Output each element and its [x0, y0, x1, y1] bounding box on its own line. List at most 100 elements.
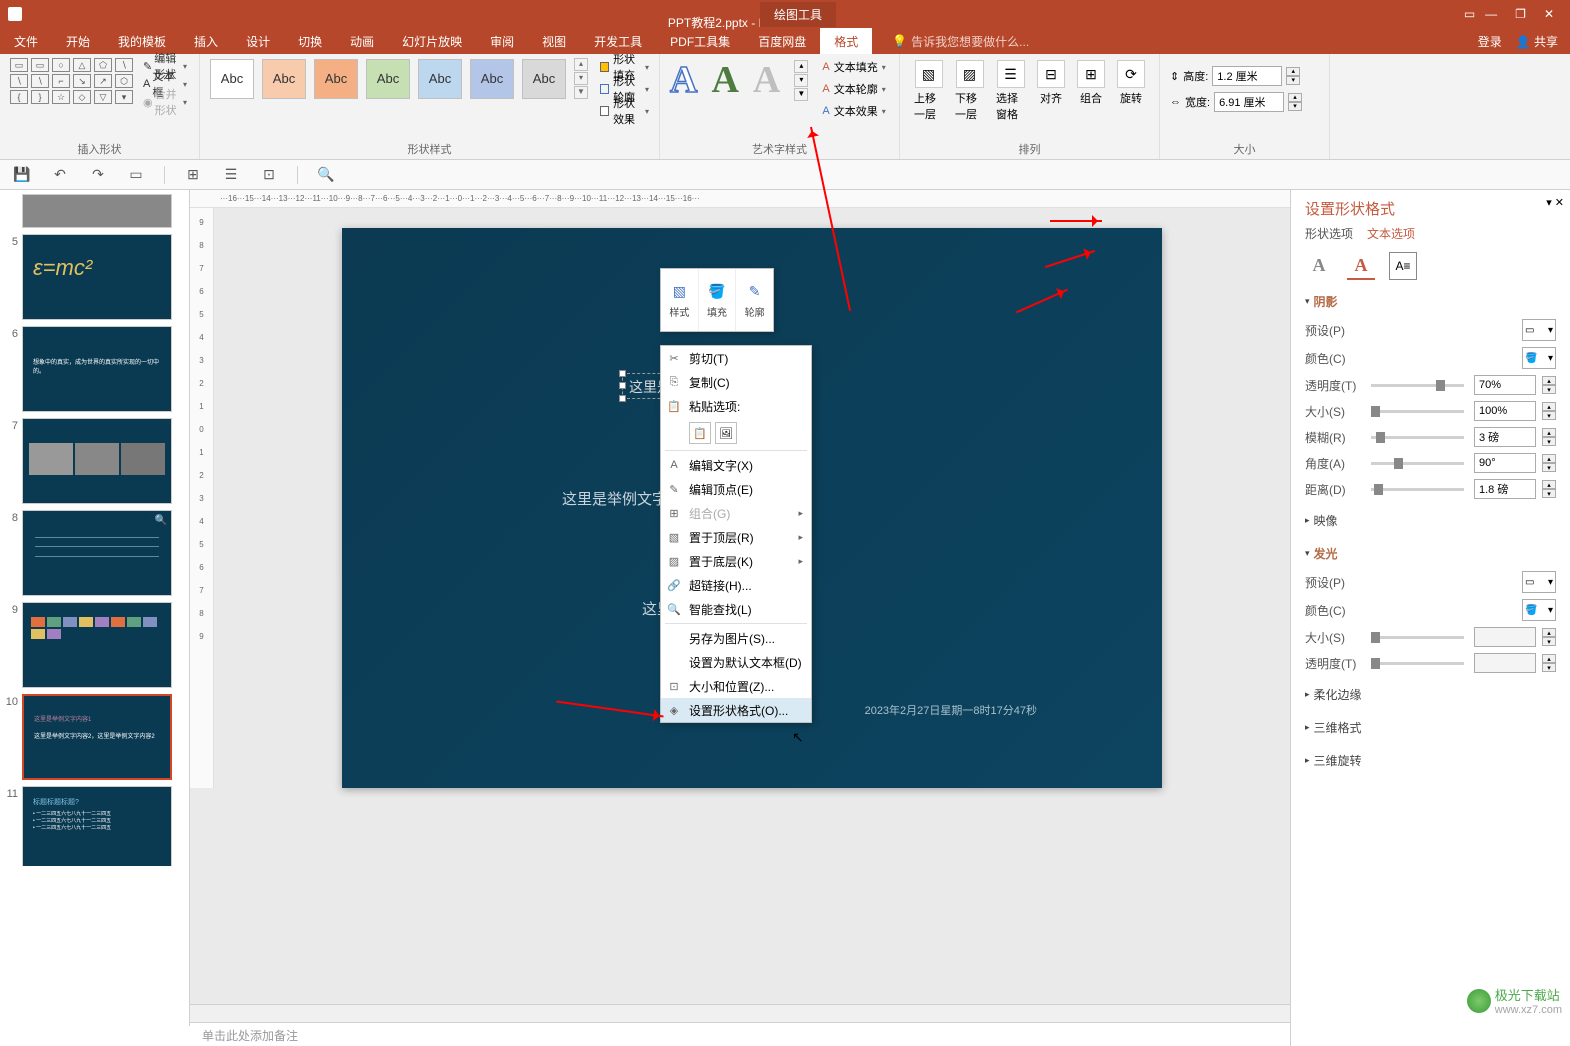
slide-thumb-9[interactable] — [22, 602, 172, 688]
cm-format-shape[interactable]: ◈设置形状格式(O)... — [661, 698, 811, 722]
text-options-tab[interactable]: 文本选项 — [1367, 225, 1415, 242]
transparency-slider[interactable] — [1371, 384, 1464, 387]
wordart-gallery[interactable]: A A A ▴▾▼ — [670, 58, 808, 102]
slide-thumb-8[interactable]: 🔍 — [22, 510, 172, 596]
selection-pane-button[interactable]: ☰选择窗格 — [992, 58, 1029, 124]
slide-thumbnails-panel[interactable]: 5ε=mc² 6想象中的真实，成为世界的真实所实现的一切中的。 7 8🔍 9 1… — [0, 190, 190, 866]
distance-input[interactable] — [1474, 479, 1536, 499]
cm-copy[interactable]: ⎘复制(C) — [661, 370, 811, 394]
slide-thumb-partial[interactable] — [22, 194, 172, 228]
tab-review[interactable]: 审阅 — [476, 28, 528, 54]
mini-fill-button[interactable]: 🪣填充 — [699, 269, 737, 331]
tab-transitions[interactable]: 切换 — [284, 28, 336, 54]
preset-combo[interactable]: ▭▾ — [1522, 319, 1556, 341]
cm-edit-points[interactable]: ✎编辑顶点(E) — [661, 477, 811, 501]
cm-send-back[interactable]: ▨置于底层(K)▸ — [661, 549, 811, 573]
text-outline-button[interactable]: A文本轮廓 — [822, 80, 885, 98]
tab-format[interactable]: 格式 — [820, 28, 872, 54]
section-3d-rotation[interactable]: ▸三维旋转 — [1305, 749, 1556, 772]
section-shadow[interactable]: ▾阴影 — [1305, 290, 1556, 313]
tool-icon[interactable]: ☰ — [221, 165, 241, 185]
tab-baiduwangpan[interactable]: 百度网盘 — [744, 28, 820, 54]
tool-icon[interactable]: ⊞ — [183, 165, 203, 185]
share-button[interactable]: 👤 共享 — [1516, 33, 1558, 50]
align-button[interactable]: ⊟对齐 — [1033, 58, 1069, 124]
cm-set-default[interactable]: 设置为默认文本框(D) — [661, 650, 811, 674]
text-effects-icon[interactable]: A — [1347, 252, 1375, 280]
shape-style-gallery[interactable]: Abc Abc Abc Abc Abc Abc Abc ▴▾▼ — [210, 58, 588, 99]
tab-pdftools[interactable]: PDF工具集 — [656, 28, 744, 54]
display-settings-icon[interactable]: ▭ — [1464, 7, 1475, 21]
cm-bring-front[interactable]: ▧置于顶层(R)▸ — [661, 525, 811, 549]
gallery-scroll-up[interactable]: ▴ — [574, 58, 588, 71]
gallery-scroll-down[interactable]: ▾ — [574, 72, 588, 85]
tab-view[interactable]: 视图 — [528, 28, 580, 54]
restore-button[interactable]: ❐ — [1515, 7, 1526, 21]
login-link[interactable]: 登录 — [1478, 33, 1502, 50]
slideshow-icon[interactable]: ▭ — [126, 165, 146, 185]
glow-color-combo[interactable]: 🪣▾ — [1522, 599, 1556, 621]
tab-home[interactable]: 开始 — [52, 28, 104, 54]
rotate-button[interactable]: ⟳旋转 — [1113, 58, 1149, 124]
cm-group[interactable]: ⊞组合(G)▸ — [661, 501, 811, 525]
notes-pane[interactable]: 单击此处添加备注 — [190, 1022, 1290, 1046]
cm-cut[interactable]: ✂剪切(T) — [661, 346, 811, 370]
paste-keep-format[interactable]: 📋 — [689, 422, 711, 444]
shape-effects-button[interactable]: 形状效果 — [600, 102, 649, 120]
pane-close-icon[interactable]: ▾ ✕ — [1546, 196, 1564, 209]
section-soft-edge[interactable]: ▸柔化边缘 — [1305, 683, 1556, 706]
undo-icon[interactable]: ↶ — [50, 165, 70, 185]
tab-design[interactable]: 设计 — [232, 28, 284, 54]
slide-thumb-6[interactable]: 想象中的真实，成为世界的真实所实现的一切中的。 — [22, 326, 172, 412]
blur-input[interactable] — [1474, 427, 1536, 447]
send-backward-button[interactable]: ▨下移一层 — [951, 58, 988, 124]
tool-icon[interactable]: ⊡ — [259, 165, 279, 185]
tool-icon[interactable]: 🔍 — [316, 165, 336, 185]
close-button[interactable]: ✕ — [1544, 7, 1554, 21]
section-3d-format[interactable]: ▸三维格式 — [1305, 716, 1556, 739]
cm-hyperlink[interactable]: 🔗超链接(H)... — [661, 573, 811, 597]
tell-me-search[interactable]: 💡告诉我您想要做什么... — [892, 33, 1029, 50]
slide-thumb-7[interactable] — [22, 418, 172, 504]
mini-outline-button[interactable]: ✎轮廓 — [736, 269, 773, 331]
angle-input[interactable] — [1474, 453, 1536, 473]
group-button[interactable]: ⊞组合 — [1073, 58, 1109, 124]
cm-save-as-pic[interactable]: 另存为图片(S)... — [661, 626, 811, 650]
section-glow[interactable]: ▾发光 — [1305, 542, 1556, 565]
scrollbar-horizontal[interactable] — [190, 1004, 1290, 1022]
glow-preset-combo[interactable]: ▭▾ — [1522, 571, 1556, 593]
text-fill-outline-icon[interactable]: A — [1305, 252, 1333, 280]
blur-slider[interactable] — [1371, 436, 1464, 439]
slide-thumb-10[interactable]: 这里是举例文字内容1这里是举例文字内容2，这里是举例文字内容2 — [22, 694, 172, 780]
width-input[interactable] — [1214, 92, 1284, 112]
color-combo[interactable]: 🪣▾ — [1522, 347, 1556, 369]
slide-thumb-11[interactable]: 标题标题标题?• 一二三四五六七八九十一二三四五• 一二三四五六七八九十一二三四… — [22, 786, 172, 866]
size-slider[interactable] — [1371, 410, 1464, 413]
mini-style-button[interactable]: ▧样式 — [661, 269, 699, 331]
gallery-more[interactable]: ▼ — [574, 86, 588, 99]
shape-gallery[interactable]: ▭▭○△⬠∖ ∖∖⌐↘↗⬡ {}☆◇▽▾ — [10, 58, 133, 104]
save-icon[interactable]: 💾 — [12, 165, 32, 185]
minimize-button[interactable]: — — [1485, 7, 1497, 21]
section-reflection[interactable]: ▸映像 — [1305, 509, 1556, 532]
tab-insert[interactable]: 插入 — [180, 28, 232, 54]
shape-options-tab[interactable]: 形状选项 — [1305, 225, 1353, 242]
text-effects-button[interactable]: A文本效果 — [822, 102, 885, 120]
slide-thumb-5[interactable]: ε=mc² — [22, 234, 172, 320]
tab-file[interactable]: 文件 — [0, 28, 52, 54]
cm-edit-text[interactable]: A编辑文字(X) — [661, 453, 811, 477]
redo-icon[interactable]: ↷ — [88, 165, 108, 185]
size-input[interactable] — [1474, 401, 1536, 421]
height-input[interactable] — [1212, 66, 1282, 86]
bring-forward-button[interactable]: ▧上移一层 — [910, 58, 947, 124]
paste-picture[interactable]: 🖼 — [715, 422, 737, 444]
text-fill-button[interactable]: A文本填充 — [822, 58, 885, 76]
cm-smart-lookup[interactable]: 🔍智能查找(L) — [661, 597, 811, 621]
angle-slider[interactable] — [1371, 462, 1464, 465]
glow-size-slider[interactable] — [1371, 636, 1464, 639]
tab-animations[interactable]: 动画 — [336, 28, 388, 54]
cm-size-position[interactable]: ⊡大小和位置(Z)... — [661, 674, 811, 698]
distance-slider[interactable] — [1371, 488, 1464, 491]
transparency-input[interactable] — [1474, 375, 1536, 395]
textbox-icon[interactable]: A≡ — [1389, 252, 1417, 280]
